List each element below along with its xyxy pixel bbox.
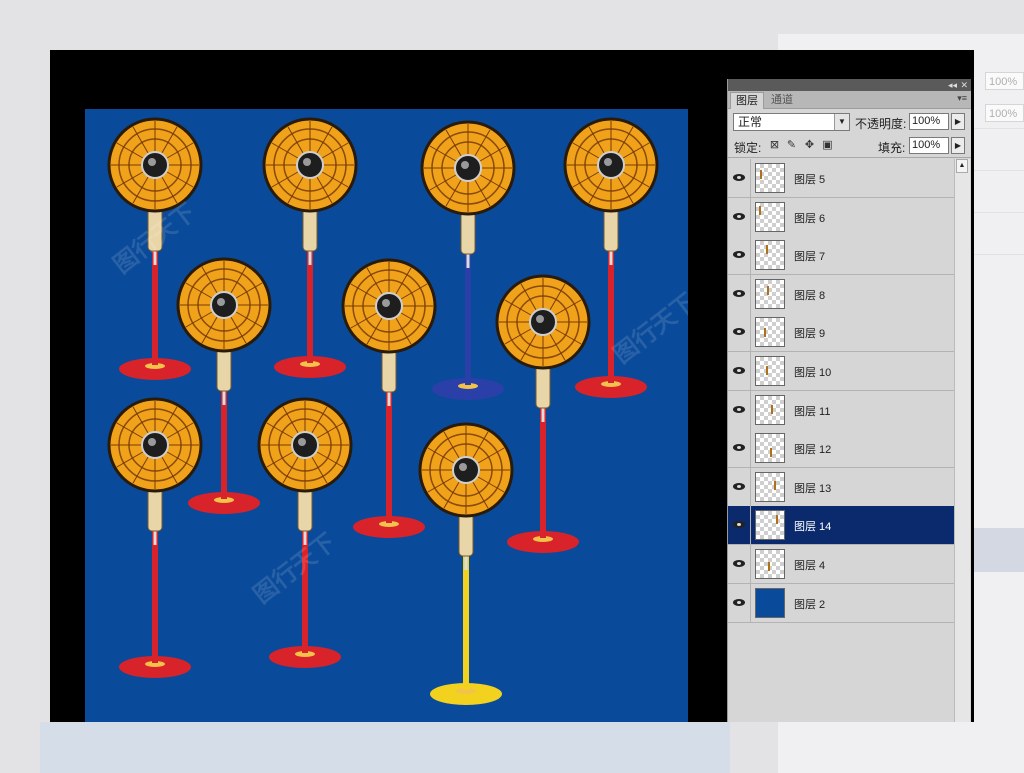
layer-thumbnail [755, 317, 785, 348]
space-heater [341, 258, 437, 538]
visibility-eye-icon[interactable] [728, 236, 751, 275]
layers-list: 图层 5 图层 6 图层 7 图层 8 图层 9 图层 10 图层 11 图层 12 图层 13… [728, 159, 954, 722]
background-opacity-field: 100% [985, 104, 1024, 122]
layer-name: 图层 12 [794, 444, 832, 457]
space-heater [107, 397, 203, 678]
layer-name: 图层 14 [794, 521, 832, 534]
layer-row[interactable]: 图层 6 [728, 197, 954, 237]
scroll-up-icon[interactable]: ▲ [956, 159, 968, 173]
layers-scrollbar[interactable]: ▲ [954, 159, 970, 722]
opacity-label: 不透明度: [855, 117, 907, 131]
chevron-down-icon[interactable]: ▼ [834, 114, 849, 130]
space-heater [495, 274, 591, 553]
visibility-eye-icon[interactable] [728, 159, 751, 197]
lock-brush-icon[interactable]: ✎ [785, 138, 798, 152]
layer-thumbnail [755, 510, 785, 541]
layer-name: 图层 7 [794, 251, 826, 264]
collapse-icon[interactable]: ◂◂ [948, 79, 957, 91]
layer-row[interactable]: 图层 4 [728, 545, 954, 584]
layer-thumbnail [755, 549, 785, 579]
opacity-arrow-icon[interactable]: ▶ [951, 113, 965, 130]
layer-name: 图层 4 [794, 560, 826, 572]
layer-thumbnail [755, 240, 785, 271]
space-heater [107, 117, 203, 380]
visibility-eye-icon[interactable] [728, 429, 751, 468]
visibility-eye-icon[interactable] [728, 274, 751, 313]
layer-name: 图层 9 [794, 328, 826, 341]
fill-field[interactable]: 100% [909, 137, 949, 154]
layer-row[interactable]: 图层 7 [728, 236, 954, 276]
layer-name: 图层 13 [794, 482, 832, 495]
lock-row: 锁定: ⊠ ✎ ✥ ▣ 填充: 100% ▶ [728, 135, 971, 158]
lock-label: 锁定: [734, 141, 762, 155]
layer-name: 图层 8 [794, 289, 826, 302]
visibility-eye-icon[interactable] [728, 313, 751, 352]
background-strip [40, 722, 730, 773]
tab-channels[interactable]: 通道 [766, 92, 798, 108]
document-canvas[interactable]: 图行天下 图行天下 图行天下 [85, 109, 688, 722]
space-heater [563, 117, 659, 398]
panel-titlebar[interactable]: ◂◂ ✕ [728, 79, 971, 91]
layers-panel: ◂◂ ✕ 图层 通道 ▾≡ 正常 ▼ 不透明度: 100% ▶ 锁定: ⊠ ✎ … [727, 79, 971, 722]
visibility-eye-icon[interactable] [728, 583, 751, 622]
layer-row[interactable]: 图层 5 [728, 159, 954, 198]
panel-menu-icon[interactable]: ▾≡ [957, 93, 967, 104]
visibility-eye-icon[interactable] [728, 390, 751, 429]
blend-mode-select[interactable]: 正常 ▼ [733, 113, 850, 131]
lock-transparency-icon[interactable]: ⊠ [768, 138, 781, 152]
layer-row[interactable]: 图层 11 [728, 390, 954, 430]
space-heater [418, 422, 514, 705]
opacity-field[interactable]: 100% [909, 113, 949, 130]
layer-row[interactable]: 图层 2 [728, 583, 954, 623]
panel-tabs: 图层 通道 ▾≡ [728, 91, 971, 109]
space-heater [257, 397, 353, 668]
lock-all-icon[interactable]: ▣ [821, 138, 834, 152]
layer-thumbnail [755, 587, 785, 618]
layer-name: 图层 5 [794, 174, 826, 186]
layer-name: 图层 2 [794, 598, 826, 611]
layer-thumbnail [755, 163, 785, 193]
blend-mode-value: 正常 [738, 115, 763, 129]
fill-arrow-icon[interactable]: ▶ [951, 137, 965, 154]
layer-thumbnail [755, 278, 785, 309]
layer-thumbnail [755, 394, 785, 425]
fill-label: 填充: [878, 141, 906, 155]
visibility-eye-icon[interactable] [728, 197, 751, 236]
layer-thumbnail [755, 433, 785, 464]
lock-move-icon[interactable]: ✥ [803, 138, 816, 152]
close-icon[interactable]: ✕ [960, 79, 968, 91]
layer-row[interactable]: 图层 12 [728, 429, 954, 469]
layer-thumbnail [755, 356, 785, 386]
layer-name: 图层 6 [794, 212, 826, 225]
visibility-eye-icon[interactable] [728, 506, 751, 545]
space-heater [420, 120, 516, 400]
blend-row: 正常 ▼ 不透明度: 100% ▶ [728, 110, 971, 134]
visibility-eye-icon[interactable] [728, 545, 751, 583]
visibility-eye-icon[interactable] [728, 352, 751, 390]
layer-row[interactable]: 图层 10 [728, 352, 954, 391]
heater-artwork [107, 117, 659, 705]
photoshop-window: 图行天下 图行天下 图行天下 ◂◂ ✕ 图层 通道 ▾≡ 正常 ▼ 不透明度: … [50, 50, 974, 722]
layer-thumbnail [755, 471, 785, 502]
tab-layers[interactable]: 图层 [730, 92, 764, 109]
layer-row[interactable]: 图层 14 [728, 506, 954, 546]
visibility-eye-icon[interactable] [728, 467, 751, 506]
background-opacity-field: 100% [985, 72, 1024, 90]
space-heater [176, 257, 272, 514]
layer-row[interactable]: 图层 8 [728, 274, 954, 314]
space-heater [262, 117, 358, 378]
layer-name: 图层 11 [794, 405, 831, 418]
layer-thumbnail [755, 201, 785, 232]
layer-name: 图层 10 [794, 367, 832, 379]
layer-row[interactable]: 图层 13 [728, 467, 954, 507]
layer-row[interactable]: 图层 9 [728, 313, 954, 353]
